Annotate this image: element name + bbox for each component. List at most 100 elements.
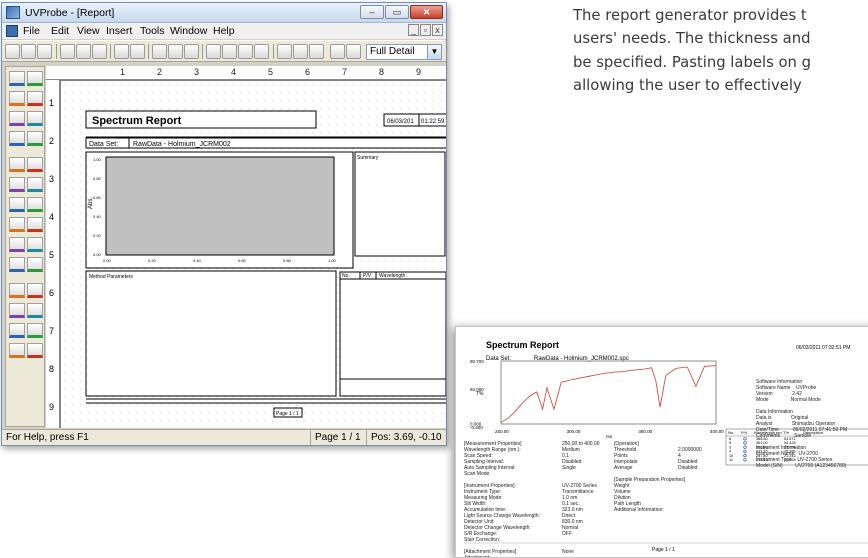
peak-icon[interactable] <box>9 343 25 358</box>
ruler-tick-label: 3 <box>49 174 55 184</box>
printed-y-tick: 50.000 <box>470 387 484 392</box>
graph-icon[interactable] <box>206 44 221 59</box>
summary-label: Summary <box>357 155 379 161</box>
peak-marker-icon <box>743 449 747 453</box>
status-position: Pos: 3.69, -0.10 in <box>366 430 446 445</box>
group-tool-icon[interactable] <box>27 111 43 126</box>
vertical-ruler: 1 2 3 4 5 6 7 8 9 <box>46 80 60 428</box>
ruler-tick-label: 6 <box>49 288 55 298</box>
peak-marker-icon <box>743 458 747 462</box>
peak-marker-icon <box>743 437 747 441</box>
menu-tools[interactable]: Tools <box>140 25 165 37</box>
save-icon[interactable] <box>37 44 52 59</box>
x-tick-label: 0.80 <box>283 258 292 263</box>
undo-icon[interactable] <box>152 44 167 59</box>
close-button[interactable]: ✕ <box>410 5 443 19</box>
report-workspace[interactable]: 12345678910 123456789 Spectrum Report06/… <box>46 66 446 428</box>
copy-icon[interactable] <box>76 44 91 59</box>
menu-file[interactable]: File <box>23 25 40 37</box>
image-tool-icon[interactable] <box>9 111 25 126</box>
curve-icon[interactable] <box>27 197 43 212</box>
printed-page-number: Page 1 / 1 <box>652 547 675 553</box>
history-icon[interactable] <box>27 257 43 272</box>
column-icon[interactable] <box>27 303 43 318</box>
band-icon[interactable] <box>9 217 25 232</box>
paste-icon[interactable] <box>92 44 107 59</box>
spectrum-icon[interactable] <box>9 131 25 146</box>
distribute-icon[interactable] <box>184 44 199 59</box>
object-palette <box>5 66 45 427</box>
rectangle-tool-icon[interactable] <box>9 91 25 106</box>
printed-x-tick: 250.00 <box>495 429 509 434</box>
picture-icon[interactable] <box>254 44 269 59</box>
new-icon[interactable] <box>5 44 20 59</box>
chevron-down-icon[interactable]: ▼ <box>427 45 441 59</box>
print-icon[interactable] <box>114 44 129 59</box>
bar-chart-icon[interactable] <box>9 177 25 192</box>
list-icon[interactable] <box>27 177 43 192</box>
table-icon[interactable] <box>222 44 237 59</box>
mdi-restore-button[interactable]: ▫ <box>420 24 431 36</box>
cut-icon[interactable] <box>60 44 75 59</box>
printed-table-cell: 11 <box>729 458 733 462</box>
text-tool-icon[interactable] <box>9 71 25 86</box>
ruler-tick-label: 9 <box>49 402 55 412</box>
zoom-icon[interactable] <box>346 44 361 59</box>
printed-report: Spectrum Report 06/03/2011 07:32:51 PM Dat… <box>455 326 868 558</box>
prev-page-icon[interactable] <box>293 44 308 59</box>
paragraph-line: users' needs. The thickness and <box>573 30 811 48</box>
operation-properties: [Operation] Threshold Points Interpolate… <box>614 441 686 513</box>
spectrum-icon[interactable] <box>9 323 25 338</box>
data-icon[interactable] <box>27 237 43 252</box>
layer-icon[interactable] <box>27 283 43 298</box>
graph-plot-area <box>105 156 335 256</box>
y-tick-label: 0.20 <box>93 233 102 238</box>
photo-icon[interactable] <box>9 283 25 298</box>
method-icon[interactable] <box>27 217 43 232</box>
properties-icon[interactable] <box>330 44 345 59</box>
x-tick-label: 0.60 <box>238 258 247 263</box>
document-icon[interactable] <box>6 25 18 37</box>
menu-edit[interactable]: Edit <box>51 25 69 37</box>
fields-icon[interactable] <box>27 343 43 358</box>
properties-icon[interactable] <box>9 237 25 252</box>
mdi-controls: _ ▫ x <box>407 24 443 36</box>
calendar-icon[interactable] <box>9 257 25 272</box>
mdi-minimize-button[interactable]: _ <box>408 24 419 36</box>
ruler-tick-label: 7 <box>49 326 55 336</box>
report-time: 01:22:59 AM <box>421 119 446 125</box>
peak-icon[interactable] <box>27 157 43 172</box>
ruler-tick-label: 4 <box>49 212 55 222</box>
detail-select[interactable]: Full Detail ▼ <box>366 44 442 60</box>
ruler-tick-label: 8 <box>379 67 385 77</box>
arrow-tool-icon[interactable] <box>9 197 25 212</box>
report-page[interactable]: Spectrum Report 06/03/201 01:22:59 AM Data … <box>61 81 446 428</box>
ellipse-tool-icon[interactable] <box>27 91 43 106</box>
chart-icon[interactable] <box>238 44 253 59</box>
minimize-button[interactable]: – <box>360 5 384 19</box>
printed-x-axis-label: nm. <box>606 434 614 439</box>
menu-insert[interactable]: Insert <box>106 25 132 37</box>
stats-icon[interactable] <box>27 323 43 338</box>
report-layout: Spectrum Report 06/03/201 01:22:59 AM Data … <box>85 110 446 418</box>
align-icon[interactable] <box>168 44 183 59</box>
maximize-button[interactable]: ▭ <box>385 5 409 19</box>
print-preview-icon[interactable] <box>130 44 145 59</box>
line-icon[interactable] <box>9 303 25 318</box>
graph-icon[interactable] <box>9 157 25 172</box>
open-icon[interactable] <box>21 44 36 59</box>
ruler-tick-label: 7 <box>342 67 348 77</box>
mdi-close-button[interactable]: x <box>432 24 443 36</box>
summary-box <box>354 151 446 257</box>
app-icon <box>6 6 20 19</box>
line-tool-icon[interactable] <box>27 71 43 86</box>
menu-help[interactable]: Help <box>213 25 235 37</box>
next-page-icon[interactable] <box>309 44 324 59</box>
first-page-icon[interactable] <box>277 44 292 59</box>
ruler-tick-label: 5 <box>268 67 274 77</box>
table-icon[interactable] <box>27 131 43 146</box>
menu-view[interactable]: View <box>77 25 100 37</box>
menu-window[interactable]: Window <box>170 25 207 37</box>
printed-x-tick: 300.00 <box>567 429 581 434</box>
peak-marker-icon <box>743 445 747 449</box>
